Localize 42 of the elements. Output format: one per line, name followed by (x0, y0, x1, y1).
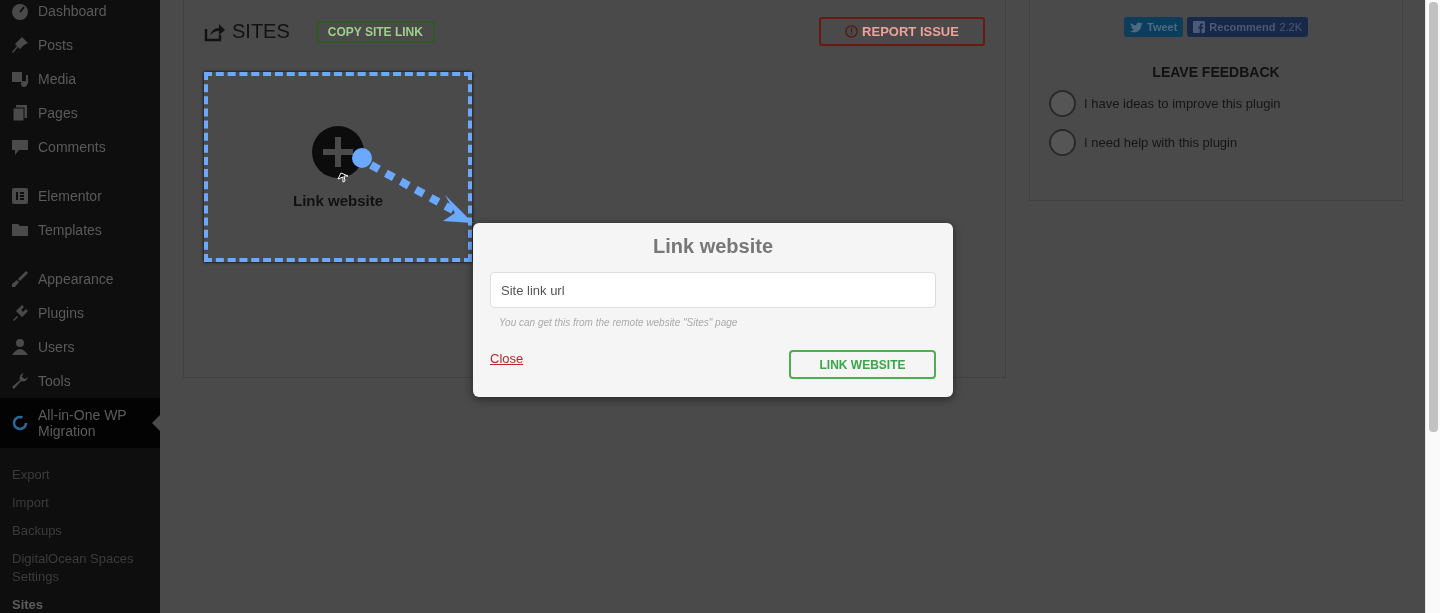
dialog-title: Link website (652, 235, 774, 258)
bird-icon (1130, 21, 1143, 33)
sidebar-item[interactable]: Media (0, 62, 160, 96)
sidebar-item[interactable]: Pages (0, 96, 160, 130)
user-icon (10, 337, 30, 357)
sidebar-item[interactable]: Users (0, 330, 160, 364)
refresh-icon (10, 413, 30, 433)
cursor-icon (337, 172, 349, 183)
copy-site-link-button[interactable]: COPY SITE LINK (315, 20, 435, 43)
link-website-button[interactable]: LINK WEBSITE (789, 350, 936, 379)
sidebar-item[interactable]: Posts (0, 28, 160, 62)
link-website-label: Link website (293, 191, 383, 209)
sidebar-item[interactable]: Comments (0, 130, 160, 164)
media-icon (10, 69, 30, 89)
sidebar-item[interactable]: Plugins (0, 296, 160, 330)
sidebar-item[interactable]: Appearance (0, 262, 160, 296)
wrench-icon (10, 371, 30, 391)
share-icon (204, 21, 226, 42)
sidebar-item[interactable]: Elementor (0, 179, 160, 213)
sidebar-item[interactable]: Tools (0, 364, 160, 398)
radio-button[interactable] (1049, 129, 1076, 156)
submenu-item[interactable]: Sites (0, 591, 160, 613)
pin-icon (10, 35, 30, 55)
elementor-icon (10, 186, 30, 206)
brush-icon (10, 269, 30, 289)
sidebar-item[interactable]: All-in-One WP Migration (0, 398, 160, 448)
feedback-title: LEAVE FEEDBACK (1152, 64, 1280, 80)
radio-button[interactable] (1049, 90, 1076, 117)
hint-text: You can get this from the remote website "Sites" page (499, 317, 739, 328)
plus-icon (312, 125, 364, 178)
report-issue-button[interactable]: REPORT ISSUE (819, 17, 985, 46)
panel-title: SITES (232, 20, 290, 43)
comment-icon (10, 137, 30, 157)
close-link[interactable]: Close (490, 351, 524, 366)
tweet-button[interactable]: Tweet (1124, 17, 1184, 37)
sidebar-item[interactable]: Dashboard (0, 0, 160, 28)
sidebar-item[interactable]: Templates (0, 213, 160, 247)
alert-icon (845, 25, 859, 38)
site-link-url-input[interactable]: Site link url (490, 272, 936, 308)
scrollbar-thumb[interactable] (1429, 2, 1438, 432)
facebook-icon (1193, 21, 1206, 33)
pages-icon (10, 103, 30, 123)
